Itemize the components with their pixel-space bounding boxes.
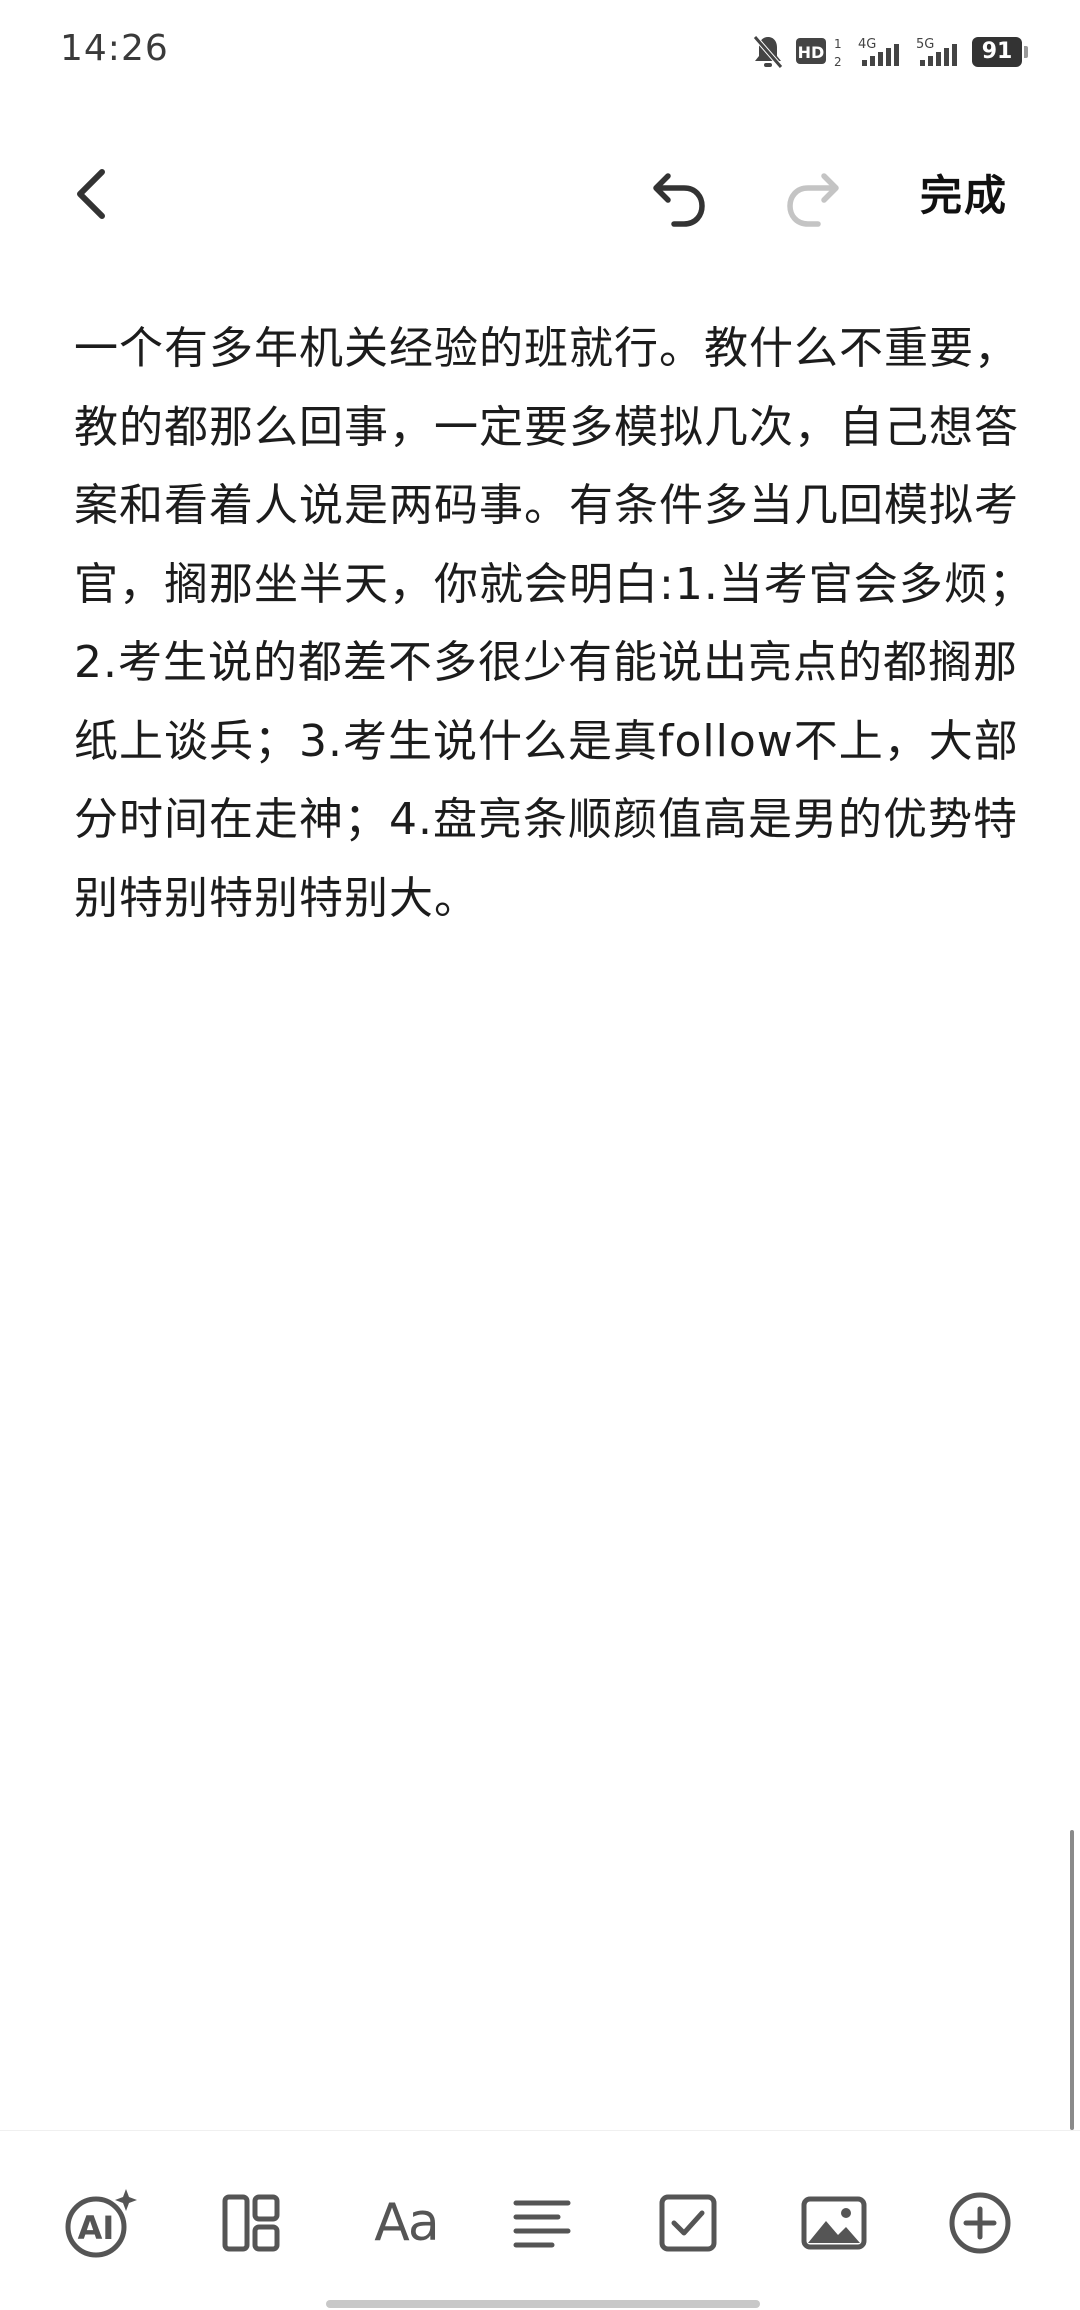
undo-button[interactable] (640, 162, 712, 234)
home-indicator[interactable] (326, 2300, 760, 2308)
battery-tip (1024, 46, 1028, 58)
done-button[interactable]: 完成 (920, 166, 1008, 226)
image-icon (801, 2196, 867, 2250)
bottom-toolbar: AI Aa (0, 2130, 1080, 2310)
add-button[interactable] (940, 2183, 1020, 2263)
svg-text:1: 1 (834, 37, 842, 51)
text-style-button[interactable]: Aa (356, 2183, 456, 2263)
signal-4g-icon: 4G (856, 34, 902, 70)
back-button[interactable] (60, 162, 124, 226)
status-time: 14:26 (60, 28, 169, 69)
align-icon (513, 2200, 571, 2248)
status-bar: 14:26 HD 1 2 4G 5G 91 (0, 0, 1080, 100)
svg-text:2: 2 (834, 55, 842, 69)
status-icons: HD 1 2 4G 5G 91 (752, 30, 1028, 74)
battery-icon: 91 (972, 37, 1028, 67)
scroll-indicator[interactable] (1070, 1830, 1074, 2130)
image-button[interactable] (794, 2183, 874, 2263)
svg-text:5G: 5G (916, 37, 934, 52)
undo-icon (653, 173, 705, 227)
layout-button[interactable] (211, 2183, 291, 2263)
ai-icon: AI (65, 2189, 137, 2258)
back-icon (77, 169, 105, 219)
editor-toolbar: 完成 (0, 140, 1080, 250)
add-icon (949, 2192, 1011, 2254)
layout-icon (222, 2194, 280, 2252)
checklist-button[interactable] (648, 2183, 728, 2263)
note-body-text[interactable]: 一个有多年机关经验的班就行。教什么不重要，教的都那么回事，一定要多模拟几次，自己… (74, 310, 1034, 938)
svg-text:4G: 4G (858, 37, 876, 52)
checklist-icon (659, 2194, 717, 2252)
text-style-icon: Aa (374, 2193, 439, 2253)
bell-muted-icon (752, 34, 784, 70)
battery-level: 91 (972, 37, 1022, 67)
note-editor-screen: 14:26 HD 1 2 4G 5G 91 完成 一个有多年机关经验的班就行。教… (0, 0, 1080, 2310)
ai-button[interactable]: AI (60, 2183, 140, 2263)
hd-icon: HD 1 2 (796, 34, 844, 70)
signal-5g-icon: 5G (914, 34, 960, 70)
redo-button[interactable] (780, 162, 852, 234)
svg-text:AI: AI (78, 2209, 115, 2247)
svg-text:HD: HD (798, 43, 825, 62)
align-button[interactable] (502, 2183, 582, 2263)
redo-icon (787, 173, 839, 227)
